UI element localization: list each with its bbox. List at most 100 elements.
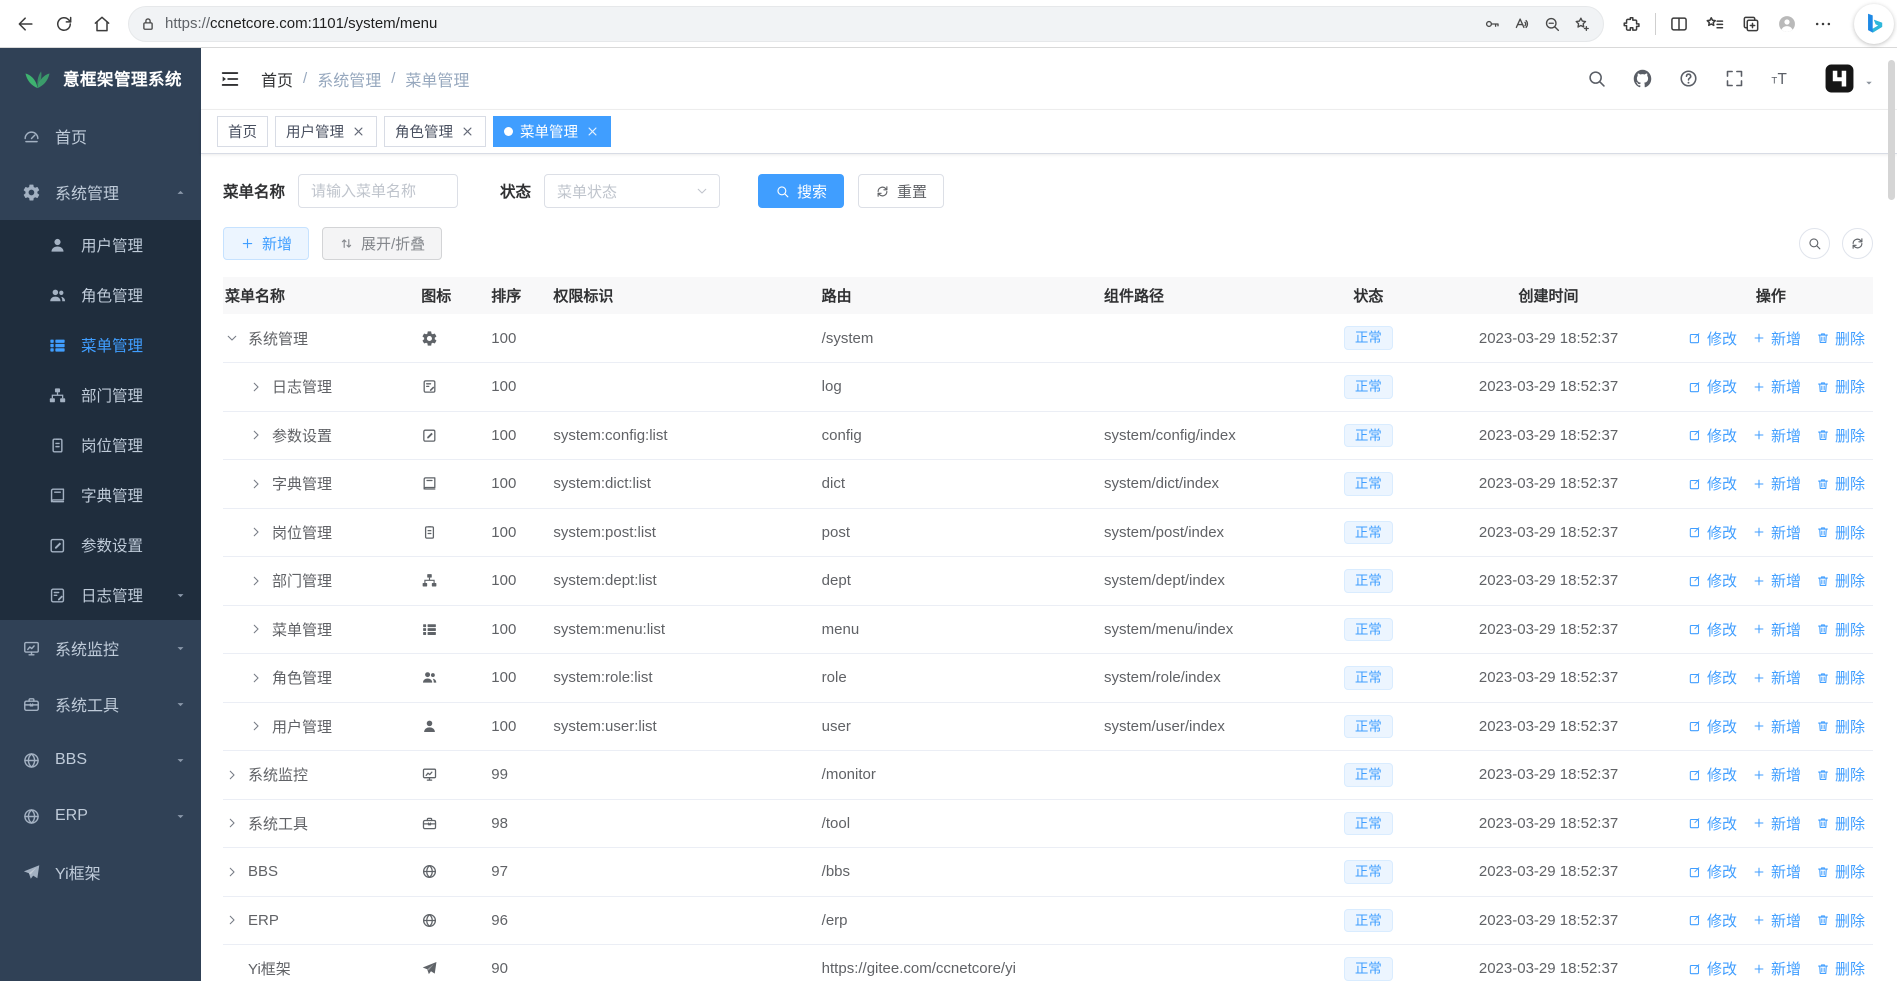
sidebar-item-14[interactable]: ERP — [0, 788, 201, 844]
add-button[interactable]: 新增 — [223, 227, 310, 260]
sidebar-item-6[interactable]: 部门管理 — [0, 370, 201, 420]
close-icon[interactable] — [460, 124, 475, 139]
chevron-right-icon[interactable] — [249, 574, 263, 588]
add-row-link[interactable]: 新增 — [1752, 958, 1801, 979]
refresh-icon[interactable] — [46, 6, 82, 42]
delete-row-link[interactable]: 删除 — [1816, 716, 1865, 737]
edit-row-link[interactable]: 修改 — [1688, 861, 1737, 882]
chevron-right-icon[interactable] — [249, 622, 263, 636]
edit-row-link[interactable]: 修改 — [1688, 813, 1737, 834]
address-bar[interactable]: https://ccnetcore.com:1101/system/menu — [128, 5, 1604, 42]
edit-row-link[interactable]: 修改 — [1688, 425, 1737, 446]
more-icon[interactable] — [1805, 6, 1841, 42]
chevron-down-icon[interactable] — [225, 331, 239, 345]
chevron-right-icon[interactable] — [249, 477, 263, 491]
breadcrumb-item[interactable]: 菜单管理 — [405, 67, 469, 91]
favorite-add-icon[interactable] — [1567, 9, 1597, 39]
tab-首页[interactable]: 首页 — [217, 116, 268, 147]
edit-row-link[interactable]: 修改 — [1688, 667, 1737, 688]
chevron-right-icon[interactable] — [249, 380, 263, 394]
status-badge[interactable]: 正常 — [1343, 714, 1393, 738]
edit-row-link[interactable]: 修改 — [1688, 764, 1737, 785]
add-row-link[interactable]: 新增 — [1752, 910, 1801, 931]
sidebar-item-11[interactable]: 系统监控 — [0, 620, 201, 676]
add-row-link[interactable]: 新增 — [1752, 716, 1801, 737]
sidebar-item-13[interactable]: BBS — [0, 732, 201, 788]
delete-row-link[interactable]: 删除 — [1816, 328, 1865, 349]
bing-chat-button[interactable] — [1854, 4, 1894, 44]
back-icon[interactable] — [8, 6, 44, 42]
chevron-right-icon[interactable] — [249, 525, 263, 539]
home-icon[interactable] — [84, 6, 120, 42]
sidebar-item-2[interactable]: 系统管理 — [0, 164, 201, 220]
status-badge[interactable]: 正常 — [1343, 375, 1393, 399]
delete-row-link[interactable]: 删除 — [1816, 813, 1865, 834]
page-scrollbar[interactable] — [1888, 60, 1895, 200]
close-icon[interactable] — [585, 124, 600, 139]
status-badge[interactable]: 正常 — [1343, 957, 1393, 981]
close-icon[interactable] — [351, 124, 366, 139]
expand-collapse-button[interactable]: 展开/折叠 — [322, 227, 443, 260]
font-size-icon[interactable]: TT — [1770, 68, 1791, 89]
edit-row-link[interactable]: 修改 — [1688, 570, 1737, 591]
add-row-link[interactable]: 新增 — [1752, 619, 1801, 640]
menu-name-input[interactable] — [298, 174, 459, 208]
delete-row-link[interactable]: 删除 — [1816, 764, 1865, 785]
edit-row-link[interactable]: 修改 — [1688, 328, 1737, 349]
status-badge[interactable]: 正常 — [1343, 423, 1393, 447]
chevron-right-icon[interactable] — [225, 816, 239, 830]
search-icon[interactable] — [1586, 68, 1607, 89]
sidebar-item-10[interactable]: 日志管理 — [0, 570, 201, 620]
delete-row-link[interactable]: 删除 — [1816, 958, 1865, 979]
delete-row-link[interactable]: 删除 — [1816, 425, 1865, 446]
status-badge[interactable]: 正常 — [1343, 472, 1393, 496]
sidebar-collapse-button[interactable] — [201, 48, 259, 110]
read-aloud-icon[interactable] — [1507, 9, 1537, 39]
reset-button[interactable]: 重置 — [858, 174, 945, 208]
add-row-link[interactable]: 新增 — [1752, 522, 1801, 543]
breadcrumb-item[interactable]: 系统管理 — [317, 67, 381, 91]
delete-row-link[interactable]: 删除 — [1816, 619, 1865, 640]
add-row-link[interactable]: 新增 — [1752, 425, 1801, 446]
sidebar-item-1[interactable]: 首页 — [0, 108, 201, 164]
status-badge[interactable]: 正常 — [1343, 860, 1393, 884]
add-row-link[interactable]: 新增 — [1752, 473, 1801, 494]
user-menu[interactable] — [1824, 63, 1875, 94]
delete-row-link[interactable]: 删除 — [1816, 667, 1865, 688]
chevron-right-icon[interactable] — [249, 719, 263, 733]
sidebar-item-15[interactable]: Yi框架 — [0, 844, 201, 900]
add-row-link[interactable]: 新增 — [1752, 328, 1801, 349]
sidebar-item-8[interactable]: 字典管理 — [0, 470, 201, 520]
github-icon[interactable] — [1632, 68, 1653, 89]
show-search-button[interactable] — [1799, 228, 1830, 259]
sidebar-item-4[interactable]: 角色管理 — [0, 270, 201, 320]
profile-icon[interactable] — [1769, 6, 1805, 42]
breadcrumb-item[interactable]: 首页 — [261, 67, 293, 91]
status-select[interactable]: 菜单状态 — [544, 174, 721, 208]
status-badge[interactable]: 正常 — [1343, 811, 1393, 835]
delete-row-link[interactable]: 删除 — [1816, 473, 1865, 494]
status-badge[interactable]: 正常 — [1343, 908, 1393, 932]
sidebar-item-3[interactable]: 用户管理 — [0, 220, 201, 270]
sidebar-item-12[interactable]: 系统工具 — [0, 676, 201, 732]
delete-row-link[interactable]: 删除 — [1816, 522, 1865, 543]
add-row-link[interactable]: 新增 — [1752, 376, 1801, 397]
delete-row-link[interactable]: 删除 — [1816, 861, 1865, 882]
refresh-table-button[interactable] — [1842, 228, 1873, 259]
add-row-link[interactable]: 新增 — [1752, 764, 1801, 785]
sidebar-item-9[interactable]: 参数设置 — [0, 520, 201, 570]
add-row-link[interactable]: 新增 — [1752, 570, 1801, 591]
chevron-right-icon[interactable] — [225, 865, 239, 879]
edit-row-link[interactable]: 修改 — [1688, 716, 1737, 737]
status-badge[interactable]: 正常 — [1343, 569, 1393, 593]
add-row-link[interactable]: 新增 — [1752, 861, 1801, 882]
delete-row-link[interactable]: 删除 — [1816, 570, 1865, 591]
chevron-right-icon[interactable] — [225, 913, 239, 927]
tab-用户管理[interactable]: 用户管理 — [275, 116, 377, 147]
lock-icon[interactable] — [133, 9, 163, 39]
status-badge[interactable]: 正常 — [1343, 326, 1393, 350]
edit-row-link[interactable]: 修改 — [1688, 473, 1737, 494]
collections-icon[interactable] — [1733, 6, 1769, 42]
tab-角色管理[interactable]: 角色管理 — [384, 116, 486, 147]
favorites-bar-icon[interactable] — [1697, 6, 1733, 42]
